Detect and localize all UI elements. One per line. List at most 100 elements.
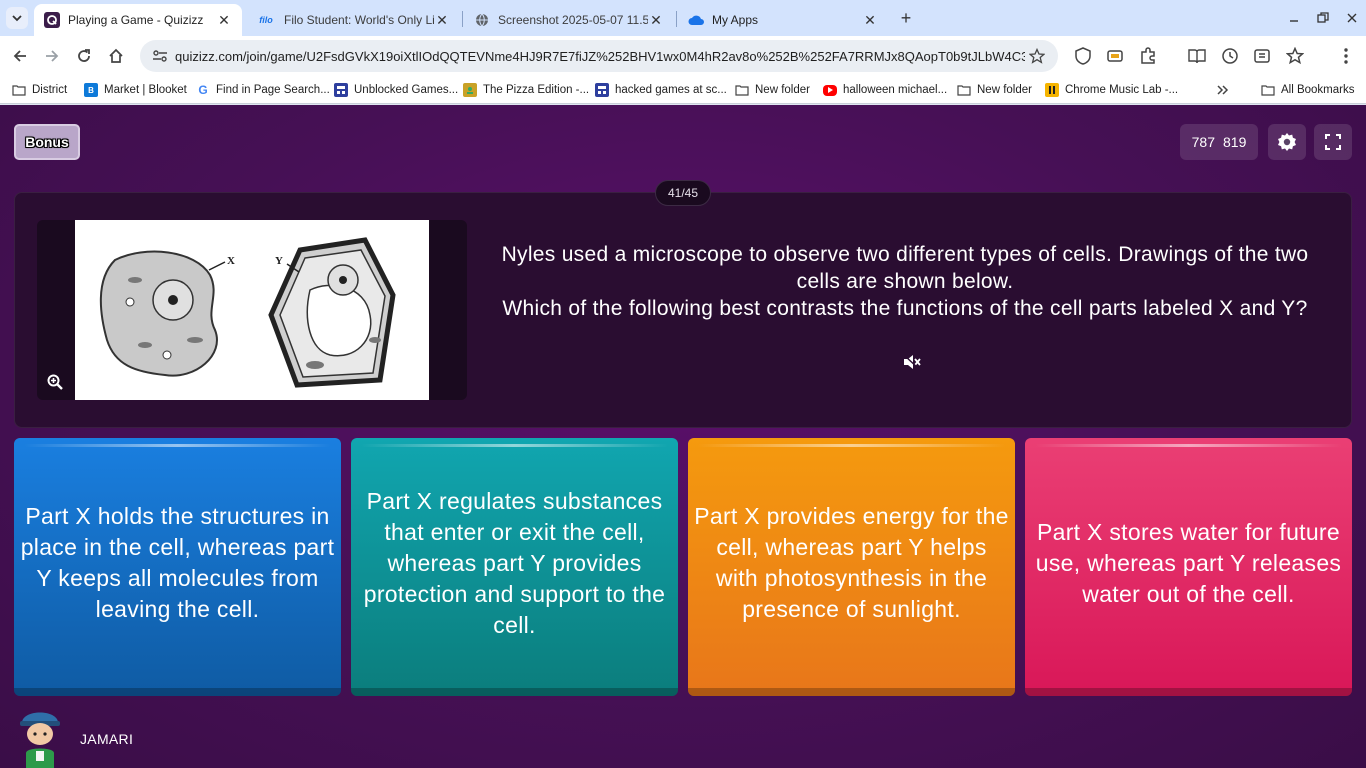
site-icon <box>595 83 609 97</box>
bookmark-star-icon[interactable] <box>1028 47 1046 65</box>
arrow-left-icon <box>13 50 26 62</box>
browser-toolbar: quizizz.com/join/game/U2FsdGVkX19oiXtlIO… <box>0 36 1366 76</box>
bookmark-blooket[interactable]: B Market | Blooket <box>84 81 187 99</box>
answer-option-2[interactable]: Part X regulates substances that enter o… <box>351 438 678 696</box>
speaker-muted-icon[interactable] <box>903 354 921 370</box>
tab-separator <box>676 11 677 27</box>
quizizz-game: Bonus 787 819 41/45 X Y Nyles used a mic… <box>0 105 1366 768</box>
shield-extension-icon[interactable] <box>1073 46 1093 66</box>
answer-option-4[interactable]: Part X stores water for future use, wher… <box>1025 438 1352 696</box>
close-icon[interactable]: ✕ <box>648 12 664 28</box>
player-avatar <box>20 712 60 768</box>
option-shadow <box>688 688 1015 696</box>
bookmarks-star-icon[interactable] <box>1285 46 1305 66</box>
home-button[interactable] <box>104 44 128 68</box>
question-image[interactable]: X Y <box>37 220 467 400</box>
zoom-in-icon[interactable] <box>45 372 65 392</box>
bookmark-unblocked-games[interactable]: Unblocked Games... <box>334 81 458 99</box>
bookmark-hacked-games[interactable]: hacked games at sc... <box>595 81 727 99</box>
bookmark-label: Chrome Music Lab -... <box>1065 84 1179 96</box>
history-icon[interactable] <box>1220 46 1240 66</box>
reading-mode-icon[interactable] <box>1187 46 1207 66</box>
filo-icon: filo <box>259 15 273 25</box>
restore-button[interactable] <box>1309 6 1337 30</box>
score-display: 787 819 <box>1180 124 1258 160</box>
bookmark-label: District <box>32 84 68 96</box>
close-window-button[interactable] <box>1338 6 1366 30</box>
cell-diagram: X Y <box>75 220 429 400</box>
bonus-badge[interactable]: Bonus <box>14 124 80 160</box>
side-panel-icon[interactable] <box>1252 46 1272 66</box>
close-icon[interactable]: ✕ <box>216 12 232 28</box>
bookmark-label: New folder <box>977 84 1032 96</box>
minimize-icon <box>1290 20 1298 22</box>
answer-option-1[interactable]: Part X holds the structures in place in … <box>14 438 341 696</box>
bookmark-all-bookmarks[interactable]: All Bookmarks <box>1261 81 1355 99</box>
answer-option-3[interactable]: Part X provides energy for the cell, whe… <box>688 438 1015 696</box>
bookmarks-bar: District B Market | Blooket G Find in Pa… <box>0 76 1366 104</box>
score-value-a: 787 <box>1191 134 1215 150</box>
more-menu-icon[interactable] <box>1336 46 1356 66</box>
bookmark-label: halloween michael... <box>843 84 948 96</box>
tab-title: Filo Student: World's Only Live <box>284 13 434 27</box>
more-bookmarks-button[interactable] <box>1217 81 1229 99</box>
option-shadow <box>1025 688 1352 696</box>
reload-icon <box>78 49 90 62</box>
forward-button[interactable] <box>40 44 64 68</box>
bookmark-new-folder-2[interactable]: New folder <box>957 81 1032 99</box>
bookmark-label: Unblocked Games... <box>354 84 459 96</box>
bookmark-district[interactable]: District <box>12 81 67 99</box>
bookmark-label: All Bookmarks <box>1281 84 1355 96</box>
folder-icon <box>1261 83 1275 97</box>
gear-icon <box>1278 133 1296 151</box>
question-card: X Y Nyles used a microscope to observe t… <box>14 192 1352 428</box>
tab-my-apps[interactable]: My Apps ✕ <box>678 4 888 36</box>
new-tab-button[interactable]: + <box>896 8 916 28</box>
option-shadow <box>14 688 341 696</box>
answer-option-text: Part X stores water for future use, wher… <box>1035 518 1342 607</box>
minimize-button[interactable] <box>1280 6 1308 30</box>
bookmark-label: hacked games at sc... <box>615 84 727 96</box>
url-text: quizizz.com/join/game/U2FsdGVkX19oiXtlIO… <box>175 48 1025 64</box>
answer-option-text: Part X holds the structures in place in … <box>20 503 335 622</box>
score-value-b: 819 <box>1223 134 1247 150</box>
bookmark-label: New folder <box>755 84 810 96</box>
chevron-double-right-icon <box>1217 85 1229 95</box>
blooket-icon: B <box>84 83 98 97</box>
question-line-1: Nyles used a microscope to observe two d… <box>501 243 1309 293</box>
bookmark-pizza-edition[interactable]: The Pizza Edition -... <box>463 81 589 99</box>
globe-icon <box>474 12 490 28</box>
bookmark-halloween[interactable]: halloween michael... <box>823 81 947 99</box>
bookmark-find-in-page[interactable]: G Find in Page Search... <box>196 81 329 99</box>
close-icon[interactable]: ✕ <box>862 12 878 28</box>
tab-search-button[interactable] <box>6 7 28 29</box>
bookmark-new-folder-1[interactable]: New folder <box>735 81 810 99</box>
puzzle-extensions-icon[interactable] <box>1138 46 1158 66</box>
tab-title: Screenshot 2025-05-07 11.55. <box>498 13 648 27</box>
settings-button[interactable] <box>1268 124 1306 160</box>
folder-icon <box>957 83 971 97</box>
google-icon: G <box>198 83 208 97</box>
close-icon <box>1347 13 1357 23</box>
bookmark-label: Market | Blooket <box>104 84 187 96</box>
home-icon <box>109 48 123 63</box>
fullscreen-button[interactable] <box>1314 124 1352 160</box>
tab-filo[interactable]: filo Filo Student: World's Only Live ✕ <box>246 4 460 36</box>
reload-button[interactable] <box>72 44 96 68</box>
back-button[interactable] <box>8 44 32 68</box>
bookmark-chrome-music-lab[interactable]: Chrome Music Lab -... <box>1045 81 1178 99</box>
close-icon[interactable]: ✕ <box>434 12 450 28</box>
address-bar[interactable]: quizizz.com/join/game/U2FsdGVkX19oiXtlIO… <box>140 40 1058 72</box>
answer-option-text: Part X regulates substances that enter o… <box>363 487 666 638</box>
youtube-icon <box>823 84 837 96</box>
pizza-icon <box>463 83 477 97</box>
folder-icon <box>735 83 749 97</box>
music-lab-icon <box>1045 83 1059 97</box>
tab-screenshot[interactable]: Screenshot 2025-05-07 11.55. ✕ <box>464 4 674 36</box>
site-icon <box>334 83 348 97</box>
site-settings-icon[interactable] <box>150 49 170 63</box>
answer-option-text: Part X provides energy for the cell, whe… <box>694 503 1009 622</box>
cast-extension-icon[interactable] <box>1105 46 1125 66</box>
tab-quizizz[interactable]: Playing a Game - Quizizz ✕ <box>34 4 242 36</box>
tab-title: My Apps <box>712 13 759 27</box>
